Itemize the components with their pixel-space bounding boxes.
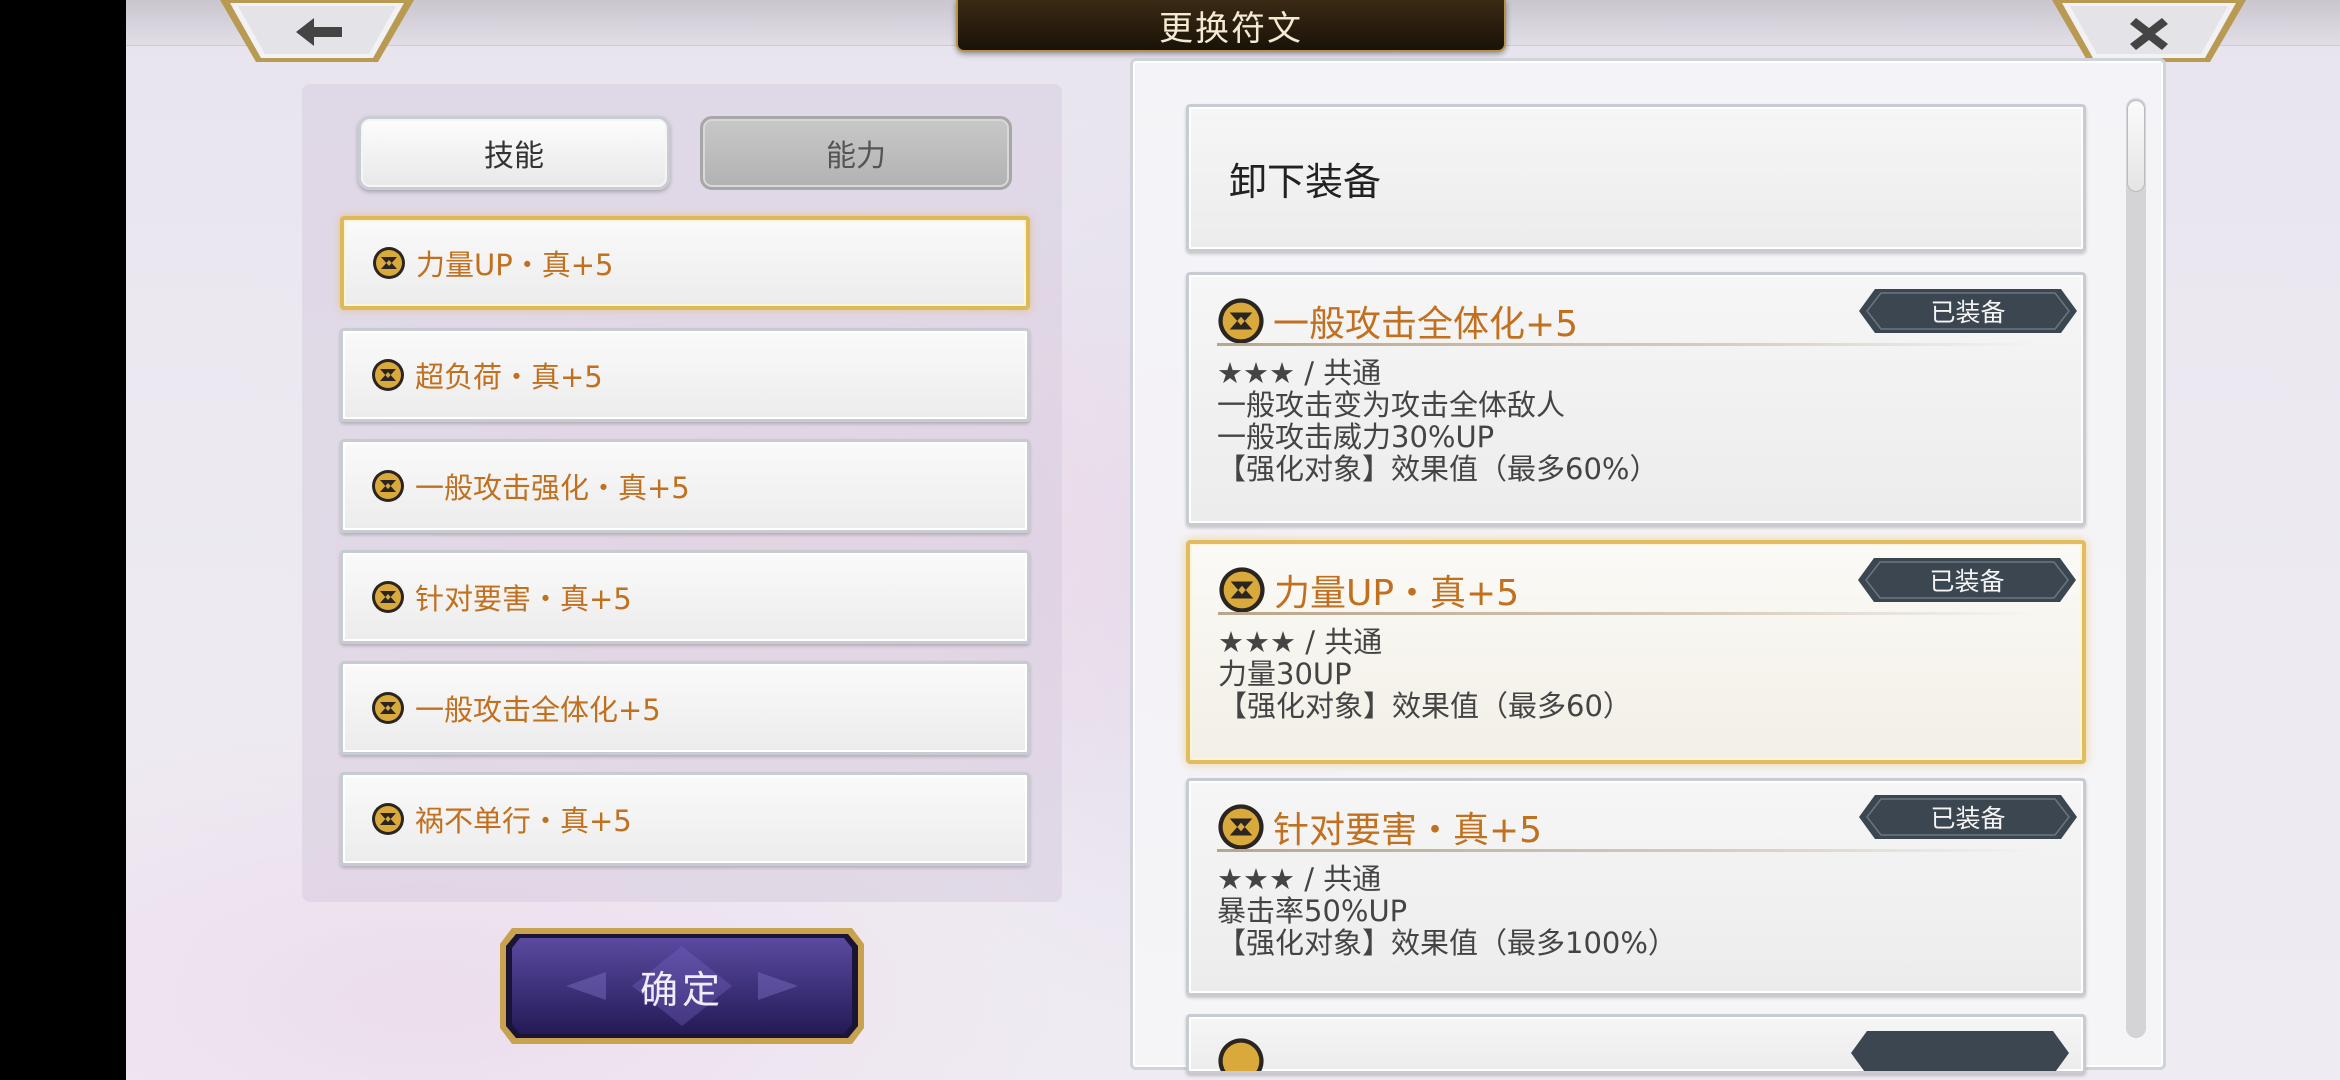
rune-list-item[interactable]: 超负荷・真+5 — [340, 328, 1030, 422]
rune-icon — [372, 470, 404, 502]
divider — [1218, 612, 2038, 615]
page-title: 更换符文 — [1159, 8, 1303, 49]
rune-effect-line: 【强化对象】效果值（最多60） — [1218, 689, 1632, 723]
divider — [1217, 343, 2037, 346]
rune-detail-card[interactable] — [1186, 1014, 2086, 1074]
rune-icon — [1218, 804, 1264, 850]
arrow-left-icon — [220, 0, 414, 62]
rune-list-item[interactable]: 一般攻击全体化+5 — [340, 661, 1030, 755]
rune-label: 针对要害・真+5 — [415, 582, 632, 616]
rune-icon — [1218, 1038, 1264, 1071]
rune-effect-line: 一般攻击威力30%UP — [1217, 420, 1495, 454]
rune-effect-line: 力量30UP — [1218, 657, 1352, 691]
equipped-badge: 已装备 — [1858, 558, 2076, 602]
equipped-badge-label: 已装备 — [1929, 567, 2005, 596]
title-plate: 更换符文 — [956, 0, 1506, 52]
rune-icon — [373, 247, 405, 279]
equipped-badge-label: 已装备 — [1930, 298, 2006, 327]
rune-list-item[interactable]: 祸不单行・真+5 — [340, 772, 1030, 866]
rune-list-item[interactable]: 针对要害・真+5 — [340, 550, 1030, 644]
rune-list-item[interactable]: 一般攻击强化・真+5 — [340, 439, 1030, 533]
rune-detail-desc: ★★★ / 共通 力量30UP 【强化对象】效果值（最多60） — [1218, 626, 1632, 722]
equipped-badge: 已装备 — [1859, 795, 2077, 839]
unequip-label: 卸下装备 — [1229, 159, 1382, 204]
tab-ability[interactable]: 能力 — [700, 116, 1012, 190]
rune-effect-line: 暴击率50%UP — [1217, 894, 1408, 928]
rune-detail-card[interactable]: 力量UP・真+5 已装备 ★★★ / 共通 力量30UP 【强化对象】效果值（最… — [1186, 540, 2086, 764]
rune-icon — [1218, 298, 1264, 344]
confirm-label: 确定 — [639, 967, 724, 1012]
rune-effect-line: 一般攻击变为攻击全体敌人 — [1217, 388, 1566, 422]
rune-label: 一般攻击强化・真+5 — [415, 471, 690, 505]
rune-detail-header: 针对要害・真+5 — [1217, 801, 1542, 853]
tab-skill-label: 技能 — [484, 139, 544, 174]
rune-detail-header: 力量UP・真+5 — [1218, 564, 1519, 616]
scrollbar-thumb[interactable] — [2127, 100, 2145, 192]
divider — [1217, 849, 2037, 852]
rune-detail-name: 力量UP・真+5 — [1274, 573, 1520, 614]
rune-rarity: ★★★ / 共通 — [1218, 625, 1383, 659]
tab-ability-label: 能力 — [826, 139, 886, 174]
rune-detail-name: 针对要害・真+5 — [1273, 810, 1543, 851]
rune-label: 祸不单行・真+5 — [415, 804, 632, 838]
rune-detail-name: 一般攻击全体化+5 — [1273, 304, 1579, 345]
rune-icon — [1219, 567, 1265, 613]
game-screen: 更换符文 技能 能力 力量UP・真+5 超负荷・真+5 一般攻击强化・真+5 针… — [126, 0, 2340, 1080]
rune-rarity: ★★★ / 共通 — [1217, 862, 1382, 896]
rune-detail-header: 一般攻击全体化+5 — [1217, 295, 1578, 347]
back-button[interactable] — [218, 0, 416, 64]
close-icon — [2052, 0, 2246, 62]
rune-icon — [372, 692, 404, 724]
confirm-button[interactable]: 确定 — [496, 924, 868, 1048]
equipped-badge-label: 已装备 — [1930, 804, 2006, 833]
close-button[interactable] — [2050, 0, 2248, 64]
rune-effect-line: 【强化对象】效果值（最多100%） — [1217, 926, 1677, 960]
rune-label: 力量UP・真+5 — [416, 248, 614, 282]
rune-rarity: ★★★ / 共通 — [1217, 356, 1382, 390]
rune-label: 超负荷・真+5 — [415, 360, 603, 394]
rune-list-item[interactable]: 力量UP・真+5 — [340, 216, 1030, 310]
rune-detail-card[interactable]: 一般攻击全体化+5 已装备 ★★★ / 共通 一般攻击变为攻击全体敌人 一般攻击… — [1186, 272, 2086, 526]
unequip-button[interactable]: 卸下装备 — [1186, 104, 2086, 252]
rune-detail-card[interactable]: 针对要害・真+5 已装备 ★★★ / 共通 暴击率50%UP 【强化对象】效果值… — [1186, 778, 2086, 996]
rune-label: 一般攻击全体化+5 — [415, 693, 661, 727]
equipped-badge: 已装备 — [1859, 289, 2077, 333]
badge-shape — [1851, 1031, 2069, 1071]
tab-skill[interactable]: 技能 — [358, 116, 670, 190]
rune-icon — [372, 803, 404, 835]
rune-detail-desc: ★★★ / 共通 暴击率50%UP 【强化对象】效果值（最多100%） — [1217, 863, 1677, 959]
rune-effect-line: 【强化对象】效果值（最多60%） — [1217, 452, 1659, 486]
rune-icon — [372, 581, 404, 613]
scrollbar-track[interactable] — [2126, 98, 2146, 1038]
rune-icon — [372, 359, 404, 391]
rune-detail-desc: ★★★ / 共通 一般攻击变为攻击全体敌人 一般攻击威力30%UP 【强化对象】… — [1217, 357, 1658, 485]
